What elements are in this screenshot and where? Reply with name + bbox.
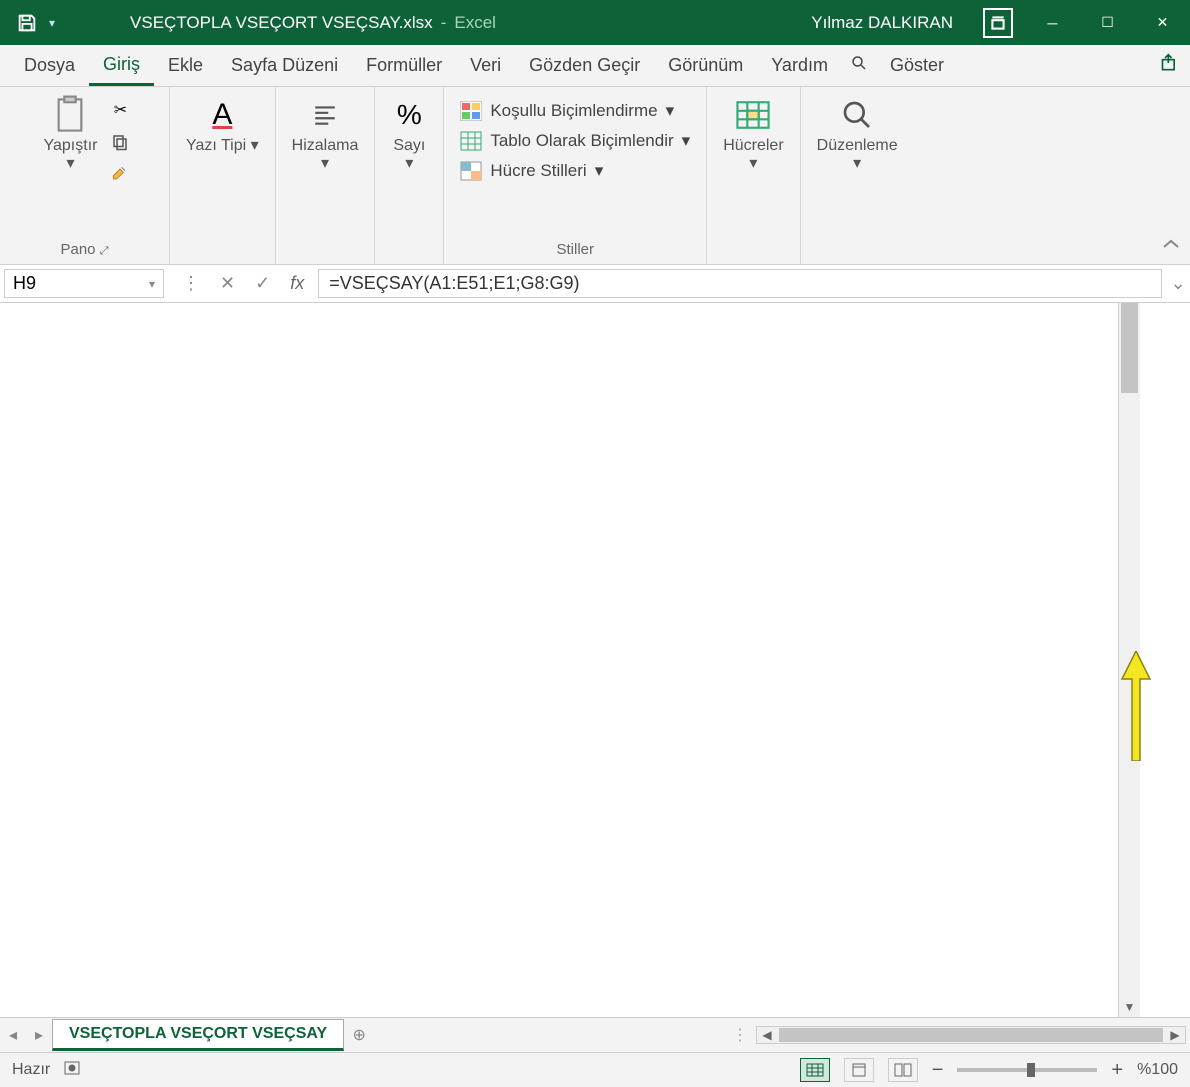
formula-input[interactable]: =VSEÇSAY(A1:E51;E1;G8:G9) [318, 269, 1162, 298]
close-button[interactable]: ✕ [1135, 0, 1190, 45]
status-bar: Hazır − + %100 [0, 1052, 1190, 1087]
collapse-ribbon-icon[interactable] [1162, 239, 1180, 258]
font-icon: A [204, 97, 240, 133]
macro-record-icon[interactable] [64, 1060, 84, 1081]
name-box-dropdown-icon[interactable]: ▾ [149, 277, 155, 291]
group-pano-label: Pano ⤢ [60, 239, 108, 260]
formula-more-icon[interactable]: ⋮ [182, 273, 200, 294]
table-format-icon [460, 131, 482, 151]
tab-gorunum[interactable]: Görünüm [654, 47, 757, 84]
alignment-button[interactable]: Hizalama▾ [286, 93, 365, 178]
tab-goster[interactable]: Göster [876, 47, 958, 84]
scroll-down-icon[interactable]: ▼ [1119, 997, 1140, 1017]
alignment-label: Hizalama [292, 137, 359, 154]
ribbon-tabs: Dosya Giriş Ekle Sayfa Düzeni Formüller … [0, 45, 1190, 87]
zoom-slider[interactable] [957, 1068, 1097, 1072]
tab-gozden-gecir[interactable]: Gözden Geçir [515, 47, 654, 84]
view-page-layout-icon[interactable] [844, 1058, 874, 1082]
sheet-nav-next-icon[interactable]: ▸ [26, 1025, 52, 1045]
cut-icon[interactable]: ✂ [109, 99, 131, 121]
number-button[interactable]: % Sayı▾ [385, 93, 433, 178]
scroll-thumb[interactable] [1121, 303, 1138, 393]
fx-icon[interactable]: fx [290, 273, 304, 294]
search-edit-icon [839, 97, 875, 133]
font-button[interactable]: A Yazı Tipi ▾ [180, 93, 265, 159]
tab-ekle[interactable]: Ekle [154, 47, 217, 84]
clipboard-icon [52, 97, 88, 133]
vertical-scrollbar[interactable]: ▲ ▼ [1118, 303, 1140, 1017]
add-sheet-icon[interactable]: ⊕ [344, 1025, 374, 1045]
group-stiller-label: Stiller [557, 239, 595, 260]
number-label: Sayı [393, 137, 425, 154]
zoom-out-icon[interactable]: − [932, 1059, 944, 1082]
user-name[interactable]: Yılmaz DALKIRAN [781, 13, 983, 33]
maximize-button[interactable]: ☐ [1080, 0, 1135, 45]
minimize-button[interactable]: ─ [1025, 0, 1080, 45]
view-page-break-icon[interactable] [888, 1058, 918, 1082]
spreadsheet-grid[interactable]: ▲ ▼ [0, 303, 1190, 1017]
format-as-table-button[interactable]: Tablo Olarak Biçimlendir ▾ [460, 131, 690, 151]
app-name: Excel [454, 13, 496, 33]
horizontal-scrollbar[interactable]: ◀ ▶ [756, 1026, 1186, 1044]
tab-giris[interactable]: Giriş [89, 46, 154, 86]
editing-label: Düzenleme [817, 137, 898, 154]
formula-expand-icon[interactable]: ⌄ [1166, 265, 1190, 302]
conditional-formatting-icon [460, 101, 482, 121]
cells-icon [735, 97, 771, 133]
tab-yardim[interactable]: Yardım [757, 47, 842, 84]
hscroll-left-icon[interactable]: ◀ [757, 1028, 777, 1042]
cells-button[interactable]: Hücreler▾ [717, 93, 789, 178]
share-icon[interactable] [1160, 53, 1180, 78]
name-box[interactable]: H9 ▾ [4, 269, 164, 298]
tab-sayfa-duzeni[interactable]: Sayfa Düzeni [217, 47, 352, 84]
name-box-value: H9 [13, 273, 36, 294]
tab-dosya[interactable]: Dosya [10, 47, 89, 84]
font-label: Yazı Tipi [186, 137, 246, 154]
ribbon-body: Yapıştır▾ ✂ Pano ⤢ A Yazı Tipi ▾ [0, 87, 1190, 265]
formula-accept-icon[interactable]: ✓ [255, 273, 270, 294]
tab-veri[interactable]: Veri [456, 47, 515, 84]
view-normal-icon[interactable] [800, 1058, 830, 1082]
tab-split-icon[interactable]: ⋮ [732, 1025, 748, 1045]
cells-label: Hücreler [723, 137, 783, 154]
cell-styles-icon [460, 161, 482, 181]
formula-text: =VSEÇSAY(A1:E51;E1;G8:G9) [329, 273, 579, 294]
tab-formuller[interactable]: Formüller [352, 47, 456, 84]
hscroll-thumb[interactable] [779, 1028, 1163, 1042]
editing-button[interactable]: Düzenleme▾ [811, 93, 904, 178]
title-bar: ▾ VSEÇTOPLA VSEÇORT VSEÇSAY.xlsx - Excel… [0, 0, 1190, 45]
format-painter-icon[interactable] [109, 163, 131, 185]
hscroll-right-icon[interactable]: ▶ [1165, 1028, 1185, 1042]
sheet-nav-prev-icon[interactable]: ◂ [0, 1025, 26, 1045]
percent-icon: % [391, 97, 427, 133]
cell-styles-button[interactable]: Hücre Stilleri ▾ [460, 161, 690, 181]
sheet-tab-bar: ◂ ▸ VSEÇTOPLA VSEÇORT VSEÇSAY ⊕ ⋮ ◀ ▶ [0, 1017, 1190, 1052]
title-sep: - [441, 13, 447, 33]
formula-bar: H9 ▾ ⋮ ✕ ✓ fx =VSEÇSAY(A1:E51;E1;G8:G9) … [0, 265, 1190, 303]
conditional-formatting-label: Koşullu Biçimlendirme [490, 101, 657, 121]
save-icon[interactable] [15, 11, 39, 35]
format-as-table-label: Tablo Olarak Biçimlendir [490, 131, 673, 151]
conditional-formatting-button[interactable]: Koşullu Biçimlendirme ▾ [460, 101, 690, 121]
search-icon[interactable] [850, 54, 868, 77]
zoom-level[interactable]: %100 [1137, 1061, 1178, 1079]
cell-styles-label: Hücre Stilleri [490, 161, 586, 181]
alignment-icon [307, 97, 343, 133]
qat-dropdown-icon[interactable]: ▾ [49, 16, 55, 30]
formula-cancel-icon[interactable]: ✕ [220, 273, 235, 294]
zoom-in-icon[interactable]: + [1111, 1059, 1123, 1082]
file-name: VSEÇTOPLA VSEÇORT VSEÇSAY.xlsx [130, 13, 433, 33]
status-ready: Hazır [12, 1061, 50, 1079]
sheet-tab[interactable]: VSEÇTOPLA VSEÇORT VSEÇSAY [52, 1019, 344, 1051]
ribbon-display-icon[interactable] [983, 8, 1013, 38]
paste-button[interactable]: Yapıştır▾ [38, 93, 104, 178]
copy-icon[interactable] [109, 131, 131, 153]
paste-label: Yapıştır [44, 137, 98, 154]
